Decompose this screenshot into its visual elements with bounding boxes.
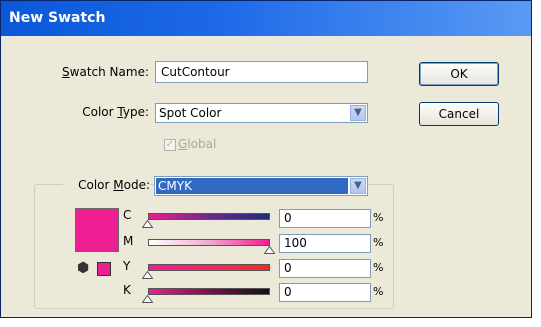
color-type-value: Spot Color (159, 106, 222, 120)
color-mode-select[interactable]: CMYK ▼ (154, 176, 368, 196)
channel-m-slider[interactable] (148, 239, 270, 246)
channel-k-input[interactable]: 0 (279, 283, 371, 302)
dialog-title: New Swatch (1, 1, 531, 36)
channel-m-label: M (123, 234, 134, 248)
color-type-label-a: Color (82, 105, 118, 119)
channel-c-unit: % (373, 211, 384, 224)
swatch-name-label-mnemonic: S (62, 65, 70, 79)
channel-y-thumb[interactable] (142, 271, 153, 279)
channel-k-thumb[interactable] (142, 295, 153, 303)
channel-m-thumb[interactable] (264, 246, 275, 254)
new-swatch-dialog: New Swatch Swatch Name: Color Type: Spot… (0, 0, 532, 318)
channel-k-unit: % (373, 285, 384, 298)
color-type-label: Color Type: (61, 105, 149, 119)
channel-y-label: Y (123, 259, 131, 273)
swatch-name-label-text: watch Name: (69, 65, 149, 79)
color-type-label-b: ype: (122, 105, 149, 119)
channel-c-input[interactable]: 0 (279, 209, 371, 228)
global-label-text: lobal (187, 137, 217, 151)
channel-y-slider[interactable] (148, 264, 270, 271)
color-mode-label-b: ode: (123, 178, 150, 192)
global-checkbox[interactable]: ✓ (164, 139, 176, 151)
channel-m-unit: % (373, 236, 384, 249)
ok-button[interactable]: OK (419, 62, 499, 86)
channel-k-label: K (123, 283, 131, 297)
channel-y-unit: % (373, 261, 384, 274)
chevron-down-icon[interactable]: ▼ (350, 105, 366, 121)
color-mode-label-a: Color (78, 178, 114, 192)
gamut-swatch[interactable] (97, 262, 111, 276)
channel-k-slider[interactable] (148, 288, 270, 295)
channel-c-label: C (123, 208, 132, 222)
global-label: Global (178, 137, 216, 151)
channel-c-slider[interactable] (148, 213, 270, 220)
chevron-down-icon[interactable]: ▼ (350, 178, 366, 194)
color-type-select[interactable]: Spot Color ▼ (155, 103, 368, 123)
channel-m-input[interactable]: 100 (279, 234, 371, 253)
channel-y-input[interactable]: 0 (279, 259, 371, 278)
swatch-name-input[interactable] (155, 61, 368, 83)
swatch-name-label: Swatch Name: (51, 65, 149, 79)
color-mode-label: Color Mode: (63, 178, 150, 192)
channel-c-thumb[interactable] (142, 220, 153, 228)
global-label-mnemonic: G (178, 137, 188, 151)
out-of-gamut-cube-icon[interactable]: ⬢ (77, 260, 91, 276)
swatch-preview (75, 208, 119, 252)
cancel-button[interactable]: Cancel (419, 102, 499, 126)
color-mode-label-mnemonic: M (113, 178, 124, 192)
color-mode-value: CMYK (156, 178, 348, 194)
